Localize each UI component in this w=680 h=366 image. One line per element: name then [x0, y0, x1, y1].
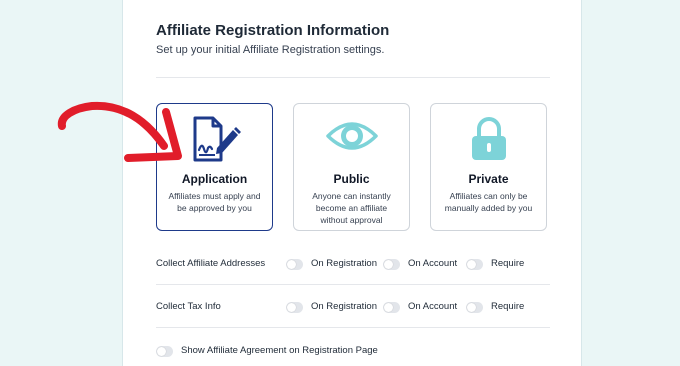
- collect-tax-label: Collect Tax Info: [156, 301, 221, 312]
- card-title: Private: [468, 172, 509, 186]
- registration-type-application-card[interactable]: Application Affiliates must apply and be…: [156, 103, 273, 231]
- card-description: Affiliates can only be manually added by…: [444, 191, 533, 213]
- collect-addresses-label: Collect Affiliate Addresses: [156, 258, 266, 269]
- registration-type-private-card[interactable]: Private Affiliates can only be manually …: [430, 103, 547, 231]
- tax-require-toggle[interactable]: [466, 302, 483, 313]
- addresses-on-registration-toggle[interactable]: [286, 259, 303, 270]
- addresses-on-account-toggle[interactable]: [383, 259, 400, 270]
- page-title: Affiliate Registration Information: [156, 22, 390, 39]
- tax-on-registration-toggle[interactable]: [286, 302, 303, 313]
- tax-on-account-toggle[interactable]: [383, 302, 400, 313]
- divider: [156, 284, 550, 285]
- card-description: Affiliates must apply and be approved by…: [168, 191, 261, 213]
- settings-panel: Affiliate Registration Information Set u…: [122, 0, 582, 366]
- page-subtitle: Set up your initial Affiliate Registrati…: [156, 44, 385, 56]
- card-title: Public: [333, 172, 370, 186]
- tax-on-registration-label: On Registration: [311, 301, 378, 312]
- tax-on-account-label: On Account: [408, 301, 458, 312]
- application-document-icon: [157, 116, 272, 162]
- addresses-on-registration-label: On Registration: [311, 258, 378, 269]
- eye-icon: [294, 116, 409, 162]
- agreement-toggle[interactable]: [156, 346, 173, 357]
- registration-type-public-card[interactable]: Public Anyone can instantly become an af…: [293, 103, 410, 231]
- tax-require-label: Require: [491, 301, 525, 312]
- agreement-label: Show Affiliate Agreement on Registration…: [181, 345, 378, 356]
- card-description: Anyone can instantly become an affiliate…: [312, 191, 391, 225]
- card-title: Application: [181, 172, 248, 186]
- addresses-require-toggle[interactable]: [466, 259, 483, 270]
- lock-icon: [431, 116, 546, 162]
- divider: [156, 327, 550, 328]
- addresses-require-label: Require: [491, 258, 525, 269]
- addresses-on-account-label: On Account: [408, 258, 458, 269]
- divider: [156, 77, 550, 78]
